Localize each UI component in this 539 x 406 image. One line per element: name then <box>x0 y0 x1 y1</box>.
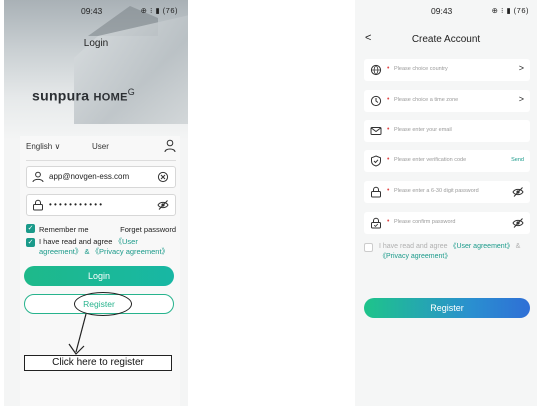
privacy-agreement-link[interactable]: 《Privacy agreement》 <box>92 247 170 256</box>
lock-check-icon <box>371 217 381 229</box>
forget-password-link[interactable]: Forget password <box>120 225 176 234</box>
password-field[interactable]: • Please enter a 6-30 digit password <box>364 181 530 203</box>
email-placeholder: Please enter your email <box>394 127 452 133</box>
login-button[interactable]: Login <box>24 266 174 286</box>
agree-checkbox[interactable]: ✓ <box>26 238 35 247</box>
eye-off-icon[interactable] <box>157 199 169 211</box>
brand-mark: G <box>127 87 136 97</box>
remember-label: Remember me <box>39 225 89 234</box>
privacy-agreement-link[interactable]: 《Privacy agreement》 <box>379 253 451 260</box>
timezone-icon <box>370 95 382 107</box>
lock-icon <box>371 186 381 198</box>
password-placeholder: Please enter a 6-30 digit password <box>394 188 479 194</box>
status-icons: ⊕ ⁝ ▮ (76) <box>140 6 178 15</box>
mail-icon <box>370 127 382 135</box>
globe-icon <box>370 64 382 76</box>
register-button[interactable]: Register <box>364 298 530 318</box>
user-label: User <box>92 142 109 151</box>
required-mark: • <box>387 187 390 194</box>
brand-home: HOME <box>93 91 128 104</box>
agreement-text: I have read and agree 《User agreement》 &… <box>379 242 534 262</box>
required-mark: • <box>387 156 390 163</box>
shield-check-icon <box>371 155 381 167</box>
page-title: Login <box>83 38 109 49</box>
status-time: 09:43 <box>431 6 453 16</box>
clear-icon[interactable] <box>157 171 169 183</box>
account-value: app@novgen-ess.com <box>49 172 130 181</box>
agree-checkbox[interactable] <box>364 243 373 252</box>
country-field[interactable]: • Please choice country > <box>364 59 530 81</box>
annotation-label: Click here to register <box>24 355 172 371</box>
agreement-prefix: I have read and agree <box>39 237 115 246</box>
brand-main: sunpura <box>32 87 90 104</box>
time-zone-field[interactable]: • Please choice a time zone > <box>364 90 530 112</box>
annotation-arrow-icon <box>68 313 87 355</box>
required-mark: • <box>387 65 390 72</box>
language-selector[interactable]: English ∨ <box>26 142 60 151</box>
login-screen: 09:43 ⊕ ⁝ ▮ (76) Login sunpura HOMEG Eng… <box>4 0 188 406</box>
verification-code-field[interactable]: • Please enter verification code Send <box>364 150 530 172</box>
remember-row: ✓ Remember me Forget password <box>26 224 176 236</box>
country-placeholder: Please choice country <box>394 66 448 72</box>
brand-logo: sunpura HOMEG <box>32 87 135 104</box>
email-field[interactable]: • Please enter your email <box>364 120 530 142</box>
required-mark: • <box>387 218 390 225</box>
user-icon <box>32 171 44 183</box>
status-icons: ⊕ ⁝ ▮ (76) <box>491 6 529 15</box>
verification-placeholder: Please enter verification code <box>394 157 467 163</box>
nav-bar: < Create Account <box>355 32 537 50</box>
account-field[interactable]: app@novgen-ess.com <box>26 166 176 188</box>
required-mark: • <box>387 96 390 103</box>
confirm-password-placeholder: Please confirm password <box>394 219 456 225</box>
status-bar: 09:43 ⊕ ⁝ ▮ (76) <box>4 6 188 20</box>
lock-icon <box>33 199 43 211</box>
password-field[interactable]: • • • • • • • • • • • <box>26 194 176 216</box>
eye-off-icon[interactable] <box>512 186 524 198</box>
user-switch-icon[interactable] <box>164 139 176 153</box>
status-bar: 09:43 ⊕ ⁝ ▮ (76) <box>355 6 537 20</box>
user-agreement-link[interactable]: 《User agreement》 <box>449 243 513 250</box>
password-value: • • • • • • • • • • • <box>49 200 103 209</box>
chevron-right-icon: > <box>518 94 524 104</box>
agreement-text: I have read and agree 《User agreement》 &… <box>39 237 179 257</box>
chevron-right-icon: > <box>518 63 524 73</box>
divider <box>26 160 176 161</box>
required-mark: • <box>387 126 390 133</box>
agreement-and: & <box>513 243 521 250</box>
hero-image <box>4 0 188 140</box>
chevron-down-icon: ∨ <box>54 142 61 151</box>
agreement-prefix: I have read and agree <box>379 243 450 250</box>
status-time: 09:43 <box>81 6 103 16</box>
confirm-password-field[interactable]: • Please confirm password <box>364 212 530 234</box>
create-account-screen: 09:43 ⊕ ⁝ ▮ (76) < Create Account • Plea… <box>355 0 537 406</box>
agreement-and: & <box>82 247 92 256</box>
language-label: English <box>26 142 53 151</box>
eye-off-icon[interactable] <box>512 217 524 229</box>
house-image <box>74 14 188 124</box>
language-row: English ∨ User <box>26 139 176 156</box>
time-zone-placeholder: Please choice a time zone <box>394 97 459 103</box>
send-code-button[interactable]: Send <box>511 157 524 163</box>
page-title: Create Account <box>411 34 481 45</box>
remember-checkbox[interactable]: ✓ <box>26 224 35 233</box>
